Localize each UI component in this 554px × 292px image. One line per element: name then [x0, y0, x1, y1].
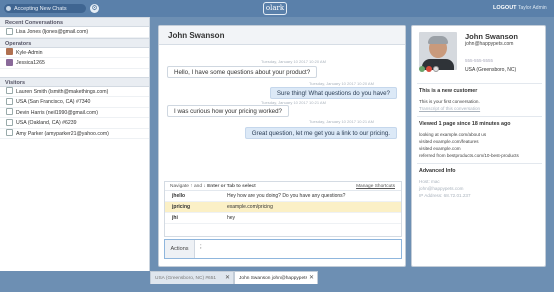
first-conversation-text: This is your first conversation.	[419, 99, 480, 104]
accepting-chats-toggle[interactable]: Accepting New Chats	[4, 4, 86, 13]
page-looking-at: looking at example.com/about us	[419, 132, 487, 137]
operator-avatar	[6, 58, 13, 66]
manage-shortcuts-link[interactable]: Manage Shortcuts	[356, 182, 395, 191]
chat-tab-label: John Swanson john@happypets.com	[239, 276, 307, 281]
recent-conversation-item[interactable]: Lisa Jones (ljones@gmail.com)	[0, 27, 149, 38]
visitor-label: USA (Oakland, CA) #6239	[16, 120, 77, 126]
message-bubble-visitor: I was curious how your pricing worked?	[167, 105, 289, 117]
shortcuts-popup: Navigate ↑ and ↓ Enter or Tab to select …	[164, 181, 402, 237]
message-timestamp: Tuesday, January 10 2017 10:20 AM	[309, 81, 374, 86]
visitor-item[interactable]: Amy Parker (amyparker21@yahoo.com)	[0, 129, 149, 139]
message-composer[interactable]: Actions ;	[164, 239, 402, 259]
message-bubble-visitor: Hello, I have some questions about your …	[167, 66, 318, 78]
referrer-link[interactable]: referred from bestproducts.com/10-best-p…	[419, 153, 519, 158]
operator-label: Jessica1265	[16, 60, 45, 66]
chat-title: John Swanson	[159, 26, 405, 45]
sidebar: Recent Conversations Lisa Jones (ljones@…	[0, 17, 150, 271]
shortcut-key: jhi	[172, 215, 178, 221]
chat-tab[interactable]: USA (Greensboro, NC) #651 ✕	[150, 271, 234, 284]
message-input[interactable]: ;	[200, 244, 202, 250]
shortcut-value: example.com/pricing	[227, 204, 273, 210]
message-timestamp: Tuesday, January 10 2017 10:21 AM	[309, 119, 374, 124]
operator-avatar	[6, 48, 13, 55]
shortcut-key: jhello	[172, 193, 186, 199]
os-icon	[426, 66, 432, 72]
page-visited: visited example.com	[419, 146, 461, 151]
visitor-phone: 555-555-5555	[465, 58, 494, 63]
close-tab-icon[interactable]: ✕	[225, 272, 230, 285]
visitor-label: Amy Parker (amyparker21@yahoo.com)	[16, 130, 109, 137]
shortcut-item[interactable]: jhello Hey how are you doing? Do you hav…	[165, 191, 401, 202]
host-email: john@happypets.com	[419, 186, 464, 191]
ip-address: IP Address: 68.72.01.237	[419, 193, 471, 198]
operator-item[interactable]: Jessica1265	[0, 58, 149, 69]
visitor-icon	[6, 129, 13, 136]
visitor-photo	[419, 32, 457, 70]
visitor-badges	[419, 66, 459, 73]
visitor-item[interactable]: USA (San Francisco, CA) #7340	[0, 97, 149, 108]
shortcut-item-selected[interactable]: jpricing example.com/pricing	[165, 202, 401, 213]
recent-conversations-header: Recent Conversations	[0, 17, 149, 27]
shortcuts-hint: Navigate ↑ and ↓ Enter or Tab to select …	[165, 182, 401, 191]
visitor-label: USA (San Francisco, CA) #7340	[16, 99, 91, 105]
settings-gear-icon[interactable]: ⚙	[90, 4, 99, 13]
visitor-label: Devin Harris (neil1990@gmail.com)	[16, 109, 98, 116]
host-info: Host: mac	[419, 179, 440, 184]
visitor-location: USA (Greensboro, NC)	[465, 67, 517, 73]
operator-item[interactable]: Kyle-Admin	[0, 48, 149, 58]
visitor-email: john@happypets.com	[465, 41, 514, 47]
message-timestamp: Tuesday, January 10 2017 10:20 AM	[261, 59, 326, 64]
top-bar: Accepting New Chats ⚙ olark LOGOUT Taylo…	[0, 0, 554, 17]
chat-tab-active[interactable]: John Swanson john@happypets.com ✕	[234, 271, 318, 284]
visitor-item[interactable]: USA (Oakland, CA) #6239	[0, 118, 149, 129]
browser-icon	[419, 66, 425, 72]
shortcuts-hint-nav: Navigate ↑ and ↓	[170, 184, 206, 189]
visitor-name: John Swanson	[465, 32, 518, 41]
visitor-icon	[6, 108, 13, 115]
advanced-info-heading: Advanced Info	[419, 168, 456, 174]
toggle-knob	[6, 6, 11, 11]
shortcuts-hint-select: Enter or Tab to select	[207, 184, 256, 189]
shortcut-item[interactable]: jhi hey	[165, 213, 401, 224]
operators-header: Operators	[0, 37, 149, 48]
chat-window: John Swanson Tuesday, January 10 2017 10…	[158, 25, 406, 267]
logout-link[interactable]: LOGOUT	[493, 5, 517, 11]
shortcut-value: Hey how are you doing? Do you have any q…	[227, 193, 346, 199]
actions-button[interactable]: Actions	[165, 240, 195, 258]
device-icon	[433, 66, 439, 72]
page-visited: visited example.com/features	[419, 139, 479, 144]
visitor-icon	[6, 118, 13, 126]
accepting-chats-label: Accepting New Chats	[14, 5, 67, 12]
visitor-icon	[6, 97, 13, 105]
visitors-header: Visitors	[0, 76, 149, 87]
pages-viewed-heading: Viewed 1 page since 18 minutes ago	[419, 121, 511, 127]
recent-conversation-label: Lisa Jones (ljones@gmail.com)	[16, 29, 89, 35]
operator-label: Kyle-Admin	[16, 49, 43, 56]
message-bubble-operator: Great question, let me get you a link to…	[244, 127, 397, 139]
visitor-icon	[6, 27, 13, 35]
visitor-item[interactable]: Devin Harris (neil1990@gmail.com)	[0, 108, 149, 118]
visitor-label: Lauren Smith (lsmith@makethings.com)	[16, 88, 109, 95]
transcript-link[interactable]: Transcript of this conversation	[419, 106, 480, 111]
visitor-icon	[6, 87, 13, 94]
close-tab-icon[interactable]: ✕	[309, 272, 314, 285]
shortcut-key: jpricing	[172, 204, 191, 210]
visitor-info-panel: John Swanson john@happypets.com 555-555-…	[411, 25, 546, 267]
message-bubble-operator: Sure thing! What questions do you have?	[269, 87, 397, 99]
shortcut-value: hey	[227, 215, 236, 221]
chat-tab-label: USA (Greensboro, NC) #651	[155, 276, 217, 281]
visitor-item[interactable]: Lauren Smith (lsmith@makethings.com)	[0, 87, 149, 97]
new-customer-heading: This is a new customer	[419, 88, 478, 94]
current-user-name: Taylor Admin	[518, 5, 547, 11]
olark-logo: olark	[263, 2, 287, 15]
